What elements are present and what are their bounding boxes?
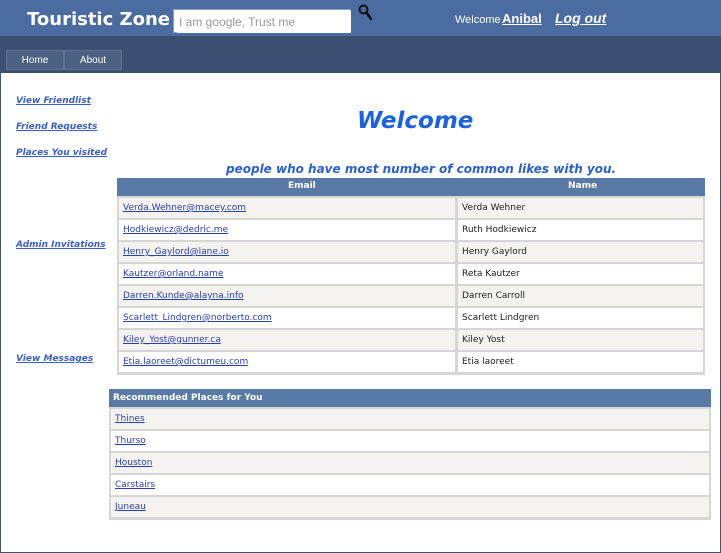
column-header-name: Name [568,181,598,191]
username-link[interactable]: Anibal [502,11,542,26]
welcome-label: Welcome [455,14,501,26]
list-item: Carstairs [111,475,709,495]
sidebar-item-view-friendlist[interactable]: View Friendlist [16,96,91,106]
name-cell: Reta Kautzer [458,264,703,284]
nav-home[interactable]: Home [6,50,64,70]
common-likes-table: Email Name Verda.Wehner@macey.com Verda … [117,178,705,375]
name-cell: Kiley Yost [458,330,703,350]
name-cell: Verda Wehner [458,198,703,218]
sidebar-item-view-messages[interactable]: View Messages [16,354,93,364]
search-box [173,9,351,33]
email-link[interactable]: Verda.Wehner@macey.com [123,203,246,213]
logout-link[interactable]: Log out [555,10,606,26]
email-cell: Kautzer@orland.name [119,264,455,284]
recommended-places-title: Recommended Places for You [109,389,711,407]
email-link[interactable]: Henry_Gaylord@lane.io [123,247,229,257]
email-cell: Hodkiewicz@dedric.me [119,220,455,240]
table-row: Kiley_Yost@gunner.ca Kiley Yost [119,330,703,350]
list-item: Houston [111,453,709,473]
email-link[interactable]: Kautzer@orland.name [123,269,223,279]
email-link[interactable]: Darren.Kunde@alayna.info [123,291,244,301]
email-cell: Etia.laoreet@dictumeu.com [119,352,455,372]
table-row: Scarlett_Lindgren@norberto.com Scarlett … [119,308,703,328]
table-header: Email Name [117,178,705,196]
email-cell: Scarlett_Lindgren@norberto.com [119,308,455,328]
email-cell: Verda.Wehner@macey.com [119,198,455,218]
email-link[interactable]: Hodkiewicz@dedric.me [123,225,228,235]
sidebar-item-admin-invitations[interactable]: Admin Invitations [16,240,106,250]
table-row: Hodkiewicz@dedric.me Ruth Hodkiewicz [119,220,703,240]
page-title: Welcome [357,108,474,134]
site-brand[interactable]: Touristic Zone [27,9,170,30]
list-item: Thines [111,409,709,429]
email-cell: Kiley_Yost@gunner.ca [119,330,455,350]
table-row: Henry_Gaylord@lane.io Henry Gaylord [119,242,703,262]
list-item: Thurso [111,431,709,451]
email-link[interactable]: Scarlett_Lindgren@norberto.com [123,313,272,323]
place-link[interactable]: Carstairs [115,480,155,490]
sidebar-item-friend-requests[interactable]: Friend Requests [16,122,97,132]
name-cell: Ruth Hodkiewicz [458,220,703,240]
name-cell: Scarlett Lindgren [458,308,703,328]
table-row: Darren.Kunde@alayna.info Darren Carroll [119,286,703,306]
table-row: Etia.laoreet@dictumeu.com Etia laoreet [119,352,703,372]
table-row: Verda.Wehner@macey.com Verda Wehner [119,198,703,218]
nav-about[interactable]: About [64,50,122,70]
list-item: Juneau [111,497,709,517]
name-cell: Henry Gaylord [458,242,703,262]
column-header-email: Email [288,181,316,191]
header-bar: Touristic Zone Welcome Anibal Log out [0,0,721,36]
place-link[interactable]: Thurso [115,436,146,446]
place-link[interactable]: Houston [115,458,152,468]
table-row: Kautzer@orland.name Reta Kautzer [119,264,703,284]
recommended-places-panel: Recommended Places for You Thines Thurso… [109,389,711,520]
section-subtitle: people who have most number of common li… [226,162,617,176]
email-link[interactable]: Etia.laoreet@dictumeu.com [123,357,248,367]
place-link[interactable]: Thines [115,414,145,424]
name-cell: Darren Carroll [458,286,703,306]
search-input[interactable] [177,11,351,33]
name-cell: Etia laoreet [458,352,703,372]
email-cell: Henry_Gaylord@lane.io [119,242,455,262]
place-link[interactable]: Juneau [115,502,146,512]
search-icon[interactable] [358,4,372,22]
sidebar-item-places-visited[interactable]: Places You visited [16,148,107,158]
recommended-places-list: Thines Thurso Houston Carstairs Juneau [109,407,711,520]
table-body: Verda.Wehner@macey.com Verda Wehner Hodk… [117,196,705,375]
email-link[interactable]: Kiley_Yost@gunner.ca [123,335,221,345]
email-cell: Darren.Kunde@alayna.info [119,286,455,306]
